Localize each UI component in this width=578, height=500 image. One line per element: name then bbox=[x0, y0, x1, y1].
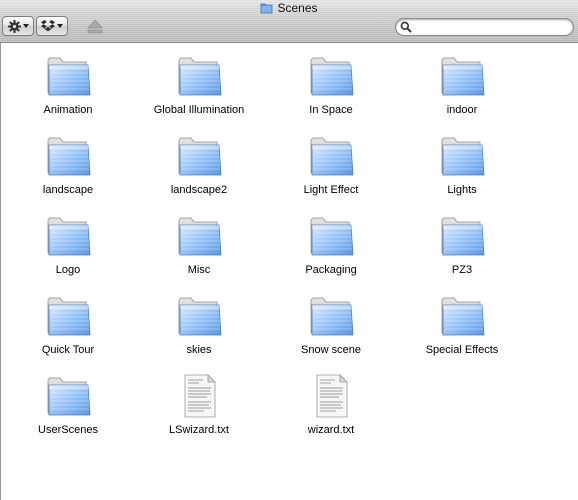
folder-item[interactable]: Packaging bbox=[266, 207, 396, 283]
folder-icon bbox=[309, 53, 355, 99]
folder-item[interactable]: Animation bbox=[3, 47, 133, 123]
folder-icon bbox=[177, 53, 223, 99]
folder-icon bbox=[440, 213, 486, 259]
item-label: Snow scene bbox=[301, 344, 361, 356]
folder-icon bbox=[46, 373, 92, 419]
item-label: Lights bbox=[447, 184, 477, 196]
folder-icon bbox=[177, 293, 223, 339]
item-label: landscape2 bbox=[170, 184, 228, 196]
folder-icon bbox=[261, 3, 273, 14]
chevron-down-icon bbox=[22, 24, 29, 28]
folder-icon bbox=[440, 53, 486, 99]
file-item[interactable]: wizard.txt bbox=[266, 367, 396, 443]
item-label: UserScenes bbox=[38, 424, 98, 436]
item-label: Global Illumination bbox=[153, 104, 245, 116]
item-label: Packaging bbox=[305, 264, 357, 276]
folder-item[interactable]: Light Effect bbox=[266, 127, 396, 203]
gear-icon bbox=[7, 19, 21, 33]
item-label: In Space bbox=[309, 104, 353, 116]
folder-item[interactable]: landscape bbox=[3, 127, 133, 203]
folder-item[interactable]: UserScenes bbox=[3, 367, 133, 443]
text-file-icon bbox=[177, 373, 223, 419]
chevron-down-icon bbox=[57, 24, 63, 28]
folder-item[interactable]: Lights bbox=[397, 127, 527, 203]
item-label: PZ3 bbox=[451, 264, 473, 276]
item-label: landscape bbox=[42, 184, 94, 196]
item-label: skies bbox=[186, 344, 212, 356]
search-input[interactable] bbox=[414, 20, 568, 36]
folder-item[interactable]: landscape2 bbox=[134, 127, 264, 203]
item-label: Logo bbox=[55, 264, 81, 276]
action-menu-button[interactable] bbox=[2, 16, 34, 36]
folder-icon bbox=[46, 53, 92, 99]
folder-icon bbox=[46, 293, 92, 339]
finder-toolbar: Scenes bbox=[0, 0, 578, 43]
folder-icon bbox=[440, 133, 486, 179]
folder-icon bbox=[177, 133, 223, 179]
folder-item[interactable]: Logo bbox=[3, 207, 133, 283]
item-label: Quick Tour bbox=[41, 344, 95, 356]
item-label: Misc bbox=[187, 264, 211, 276]
folder-icon bbox=[177, 213, 223, 259]
text-file-icon bbox=[309, 373, 355, 419]
folder-icon bbox=[46, 213, 92, 259]
folder-item[interactable]: Global Illumination bbox=[134, 47, 264, 123]
window-title-bar: Scenes bbox=[0, 1, 578, 15]
item-label: indoor bbox=[446, 104, 478, 116]
folder-item[interactable]: Quick Tour bbox=[3, 287, 133, 363]
folder-item[interactable]: skies bbox=[134, 287, 264, 363]
file-icon-view: Animation Global Illumination In Space i… bbox=[0, 43, 578, 500]
folder-icon bbox=[309, 133, 355, 179]
search-icon bbox=[400, 21, 412, 33]
window-title: Scenes bbox=[277, 1, 318, 15]
folder-item[interactable]: indoor bbox=[397, 47, 527, 123]
item-label: wizard.txt bbox=[307, 424, 355, 436]
search-field[interactable] bbox=[395, 18, 574, 36]
item-label: Animation bbox=[43, 104, 93, 116]
item-label: Special Effects bbox=[425, 344, 499, 356]
item-label: Light Effect bbox=[303, 184, 359, 196]
item-label: LSwizard.txt bbox=[169, 424, 229, 436]
folder-icon bbox=[440, 293, 486, 339]
folder-icon bbox=[309, 213, 355, 259]
folder-icon bbox=[46, 133, 92, 179]
folder-icon bbox=[309, 293, 355, 339]
dropbox-icon bbox=[41, 20, 55, 32]
folder-item[interactable]: In Space bbox=[266, 47, 396, 123]
file-item[interactable]: LSwizard.txt bbox=[134, 367, 264, 443]
folder-item[interactable]: Misc bbox=[134, 207, 264, 283]
dropbox-menu-button[interactable] bbox=[36, 16, 68, 36]
eject-icon[interactable] bbox=[86, 18, 104, 36]
folder-item[interactable]: Special Effects bbox=[397, 287, 527, 363]
folder-item[interactable]: PZ3 bbox=[397, 207, 527, 283]
folder-item[interactable]: Snow scene bbox=[266, 287, 396, 363]
